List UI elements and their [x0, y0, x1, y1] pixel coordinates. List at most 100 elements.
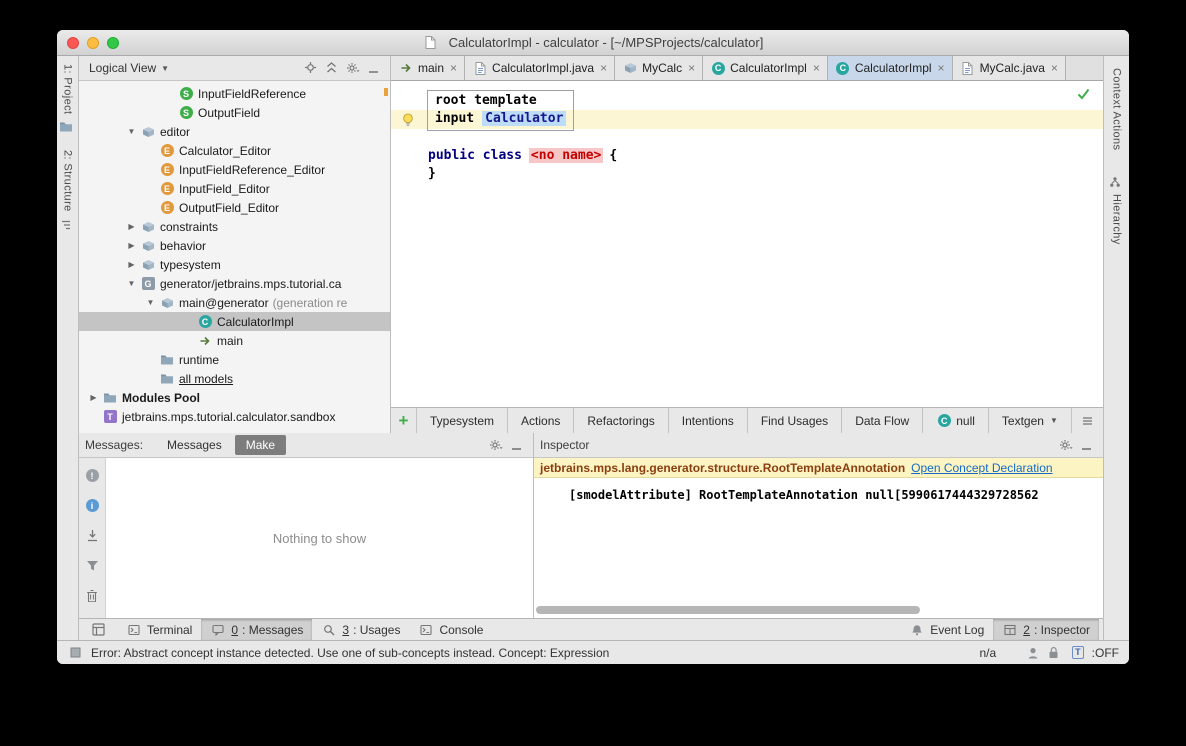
- close-icon[interactable]: ×: [600, 62, 607, 74]
- add-aspect-button[interactable]: +: [391, 408, 417, 433]
- lock-icon[interactable]: [1043, 643, 1064, 662]
- tree-expand-arrow[interactable]: ▼: [123, 127, 140, 136]
- aspect-tab-actions[interactable]: Actions: [508, 408, 574, 433]
- dock-button-1-project[interactable]: 1: Project: [58, 64, 78, 134]
- tree-expand-arrow[interactable]: ▶: [123, 241, 140, 250]
- annotation-header-cell[interactable]: root template: [435, 92, 566, 110]
- root-template-annotation[interactable]: root template input Calculator: [427, 90, 574, 131]
- tree-item-main[interactable]: main: [79, 331, 390, 350]
- error-filter-icon[interactable]: !: [82, 466, 103, 485]
- tree-expand-arrow[interactable]: ▼: [123, 279, 140, 288]
- input-keyword-cell[interactable]: input: [435, 111, 474, 126]
- toolwindow-button-console[interactable]: Console: [409, 619, 492, 640]
- tree-item-inputfield-editor[interactable]: EInputField_Editor: [79, 179, 390, 198]
- inspector-node-text[interactable]: [smodelAttribute] RootTemplateAnnotation…: [569, 488, 1103, 502]
- hide-icon[interactable]: [506, 436, 527, 455]
- tool-windows-menu[interactable]: [83, 619, 117, 640]
- close-icon[interactable]: ×: [450, 62, 457, 74]
- info-filter-icon[interactable]: i: [82, 496, 103, 515]
- lower-split: Messages: MessagesMake !i Nothing to sho…: [79, 433, 1103, 618]
- close-icon[interactable]: ×: [813, 62, 820, 74]
- aspect-tab-textgen[interactable]: Textgen▼: [989, 408, 1072, 433]
- locate-icon[interactable]: [300, 58, 321, 77]
- toolwindow-button-2-inspector[interactable]: 2: Inspector: [993, 619, 1099, 640]
- toolwindow-button-event-log[interactable]: Event Log: [900, 619, 993, 640]
- editor-tab-calculatorimpl-java[interactable]: CalculatorImpl.java×: [465, 56, 615, 80]
- tree-expand-arrow[interactable]: ▶: [85, 393, 102, 402]
- tree-item-constraints[interactable]: ▶constraints: [79, 217, 390, 236]
- editor-area[interactable]: root template input Calculator public cla…: [391, 81, 1103, 407]
- editor-tab-calculatorimpl[interactable]: CCalculatorImpl×: [828, 56, 953, 80]
- tree-item-jetbrains-mps-tutorial-calculator-sandbox[interactable]: Tjetbrains.mps.tutorial.calculator.sandb…: [79, 407, 390, 426]
- missing-name-cell[interactable]: <no name>: [529, 148, 603, 163]
- tree-expand-arrow[interactable]: ▶: [123, 222, 140, 231]
- keyword-cell[interactable]: public class: [428, 148, 522, 163]
- aspect-tab-null[interactable]: Cnull: [923, 408, 989, 433]
- hidden-tabs-indicator[interactable]: 11: [1072, 408, 1103, 433]
- messages-tab-messages[interactable]: Messages: [156, 435, 233, 455]
- tree-item-outputfield-editor[interactable]: EOutputField_Editor: [79, 198, 390, 217]
- toolwindow-button-0-messages[interactable]: 0: Messages: [201, 619, 312, 640]
- aspect-tab-intentions[interactable]: Intentions: [669, 408, 748, 433]
- right-tool-dock: Context Actions Hierarchy: [1103, 56, 1129, 640]
- aspect-tab-data-flow[interactable]: Data Flow: [842, 408, 923, 433]
- open-concept-declaration-link[interactable]: Open Concept Declaration: [911, 461, 1052, 475]
- window-title-group: CalculatorImpl - calculator - [~/MPSProj…: [423, 35, 764, 50]
- open-brace-cell[interactable]: {: [609, 148, 617, 163]
- close-brace-line[interactable]: }: [428, 165, 436, 183]
- minimize-window-button[interactable]: [87, 37, 99, 49]
- status-square-icon[interactable]: [67, 645, 83, 660]
- tree-item-all-models[interactable]: all models: [79, 369, 390, 388]
- view-selector[interactable]: Logical View ▼: [85, 61, 173, 75]
- tree-item-calculator-editor[interactable]: ECalculator_Editor: [79, 141, 390, 160]
- tree-expand-arrow[interactable]: ▶: [123, 260, 140, 269]
- messages-tab-make[interactable]: Make: [235, 435, 286, 455]
- gear-icon[interactable]: [485, 435, 506, 454]
- tree-item-modules-pool[interactable]: ▶Modules Pool: [79, 388, 390, 407]
- class-declaration-line[interactable]: public class <no name> {: [428, 147, 617, 165]
- editor-tab-mycalc[interactable]: MyCalc×: [615, 56, 703, 80]
- aspect-tab-refactorings[interactable]: Refactorings: [574, 408, 668, 433]
- filter-icon[interactable]: [82, 556, 103, 575]
- bulb-icon[interactable]: [400, 112, 416, 127]
- tree-item-inputfieldreference[interactable]: SInputFieldReference: [79, 84, 390, 103]
- tree-item-generator-jetbrains-mps-tutorial-ca[interactable]: ▼Ggenerator/jetbrains.mps.tutorial.ca: [79, 274, 390, 293]
- tree-item-outputfield[interactable]: SOutputField: [79, 103, 390, 122]
- tree-expand-arrow[interactable]: ▼: [142, 298, 159, 307]
- gear-icon[interactable]: [1055, 435, 1076, 454]
- hector-icon[interactable]: [1022, 643, 1043, 662]
- tree-item-main-generator[interactable]: ▼main@generator(generation re: [79, 293, 390, 312]
- editor-tab-mycalc-java[interactable]: MyCalc.java×: [953, 56, 1066, 80]
- tree-item-typesystem[interactable]: ▶typesystem: [79, 255, 390, 274]
- editor-tab-calculatorimpl[interactable]: CCalculatorImpl×: [703, 56, 828, 80]
- title-bar[interactable]: CalculatorImpl - calculator - [~/MPSProj…: [57, 30, 1129, 56]
- close-window-button[interactable]: [67, 37, 79, 49]
- toolwindow-button-3-usages[interactable]: 3: Usages: [312, 619, 409, 640]
- export-icon[interactable]: [82, 526, 103, 545]
- dock-button-context-actions[interactable]: Context Actions: [1111, 68, 1123, 150]
- tree-item-inputfieldreference-editor[interactable]: EInputFieldReference_Editor: [79, 160, 390, 179]
- mnemonic: 3: [342, 623, 349, 637]
- aspect-tab-typesystem[interactable]: Typesystem: [417, 408, 508, 433]
- close-icon[interactable]: ×: [1051, 62, 1058, 74]
- scrollbar-thumb[interactable]: [536, 606, 920, 614]
- clear-icon[interactable]: [82, 586, 103, 605]
- editor-tab-main[interactable]: main×: [391, 56, 465, 80]
- tree-item-runtime[interactable]: runtime: [79, 350, 390, 369]
- template-input-reference-cell[interactable]: Calculator: [482, 111, 566, 126]
- hide-icon[interactable]: [1076, 436, 1097, 455]
- collapse-all-icon[interactable]: [321, 58, 342, 77]
- tree-item-behavior[interactable]: ▶behavior: [79, 236, 390, 255]
- dock-button-hierarchy[interactable]: Hierarchy: [1107, 174, 1127, 245]
- aspect-tab-find-usages[interactable]: Find Usages: [748, 408, 842, 433]
- dock-button-2-structure[interactable]: 2: Structure: [58, 150, 78, 232]
- hide-icon[interactable]: [363, 59, 384, 78]
- close-icon[interactable]: ×: [938, 62, 945, 74]
- gear-icon[interactable]: [342, 59, 363, 78]
- close-icon[interactable]: ×: [688, 62, 695, 74]
- zoom-window-button[interactable]: [107, 37, 119, 49]
- toolwindow-button-terminal[interactable]: Terminal: [117, 619, 201, 640]
- horizontal-scrollbar[interactable]: [536, 606, 1101, 614]
- tree-item-editor[interactable]: ▼editor: [79, 122, 390, 141]
- tree-item-calculatorimpl[interactable]: CCalculatorImpl: [79, 312, 390, 331]
